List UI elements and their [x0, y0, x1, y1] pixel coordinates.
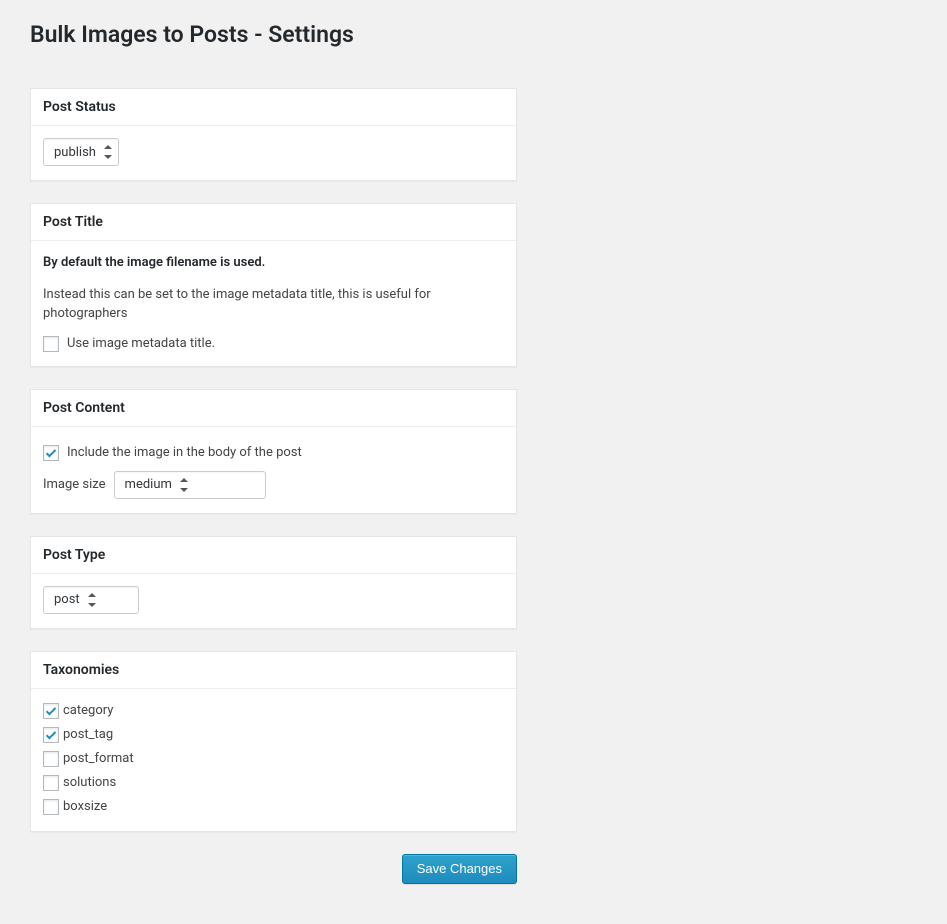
panel-taxonomies: Taxonomies category post_tag post_formatso… — [30, 651, 517, 832]
panel-post-status: Post Status publish — [30, 88, 517, 181]
chevron-updown-icon — [104, 145, 112, 159]
taxonomy-label: category — [63, 701, 113, 721]
panel-post-type: Post Type post — [30, 536, 517, 629]
post-title-default-note: By default the image filename is used. — [43, 253, 504, 273]
post-status-value: publish — [54, 145, 96, 160]
taxonomy-checkbox[interactable] — [43, 751, 59, 767]
panel-header-post-type: Post Type — [31, 537, 516, 574]
taxonomy-checkbox[interactable] — [43, 775, 59, 791]
taxonomy-row: post_format — [43, 749, 504, 769]
taxonomy-label: post_tag — [63, 725, 113, 745]
panel-header-post-status: Post Status — [31, 89, 516, 126]
taxonomy-row: post_tag — [43, 725, 504, 745]
panel-post-content: Post Content Include the image in the bo… — [30, 389, 517, 514]
taxonomy-checkbox[interactable] — [43, 799, 59, 815]
include-image-checkbox[interactable] — [43, 445, 59, 461]
panel-header-taxonomies: Taxonomies — [31, 652, 516, 689]
taxonomy-row: solutions — [43, 773, 504, 793]
post-type-select[interactable]: post — [43, 586, 139, 614]
image-size-value: medium — [125, 477, 172, 492]
panel-header-post-content: Post Content — [31, 390, 516, 427]
panel-header-post-title: Post Title — [31, 204, 516, 241]
chevron-updown-icon — [180, 478, 188, 492]
taxonomy-label: boxsize — [63, 797, 107, 817]
use-metadata-title-checkbox[interactable] — [43, 336, 59, 352]
use-metadata-title-label: Use image metadata title. — [67, 336, 215, 351]
taxonomy-label: solutions — [63, 773, 116, 793]
taxonomy-checkbox[interactable] — [43, 703, 59, 719]
chevron-updown-icon — [88, 593, 96, 607]
post-title-description: Instead this can be set to the image met… — [43, 285, 504, 324]
taxonomy-label: post_format — [63, 749, 134, 769]
post-type-value: post — [54, 592, 80, 607]
image-size-select[interactable]: medium — [114, 471, 266, 499]
taxonomy-row: category — [43, 701, 504, 721]
page-title: Bulk Images to Posts - Settings — [30, 12, 917, 52]
save-changes-button[interactable]: Save Changes — [402, 854, 517, 884]
panel-post-title: Post Title By default the image filename… — [30, 203, 517, 367]
include-image-label: Include the image in the body of the pos… — [67, 445, 302, 460]
check-icon — [45, 705, 57, 717]
taxonomy-checkbox[interactable] — [43, 727, 59, 743]
taxonomy-row: boxsize — [43, 797, 504, 817]
post-status-select[interactable]: publish — [43, 138, 119, 166]
check-icon — [45, 447, 57, 459]
check-icon — [45, 729, 57, 741]
image-size-label: Image size — [43, 477, 106, 492]
